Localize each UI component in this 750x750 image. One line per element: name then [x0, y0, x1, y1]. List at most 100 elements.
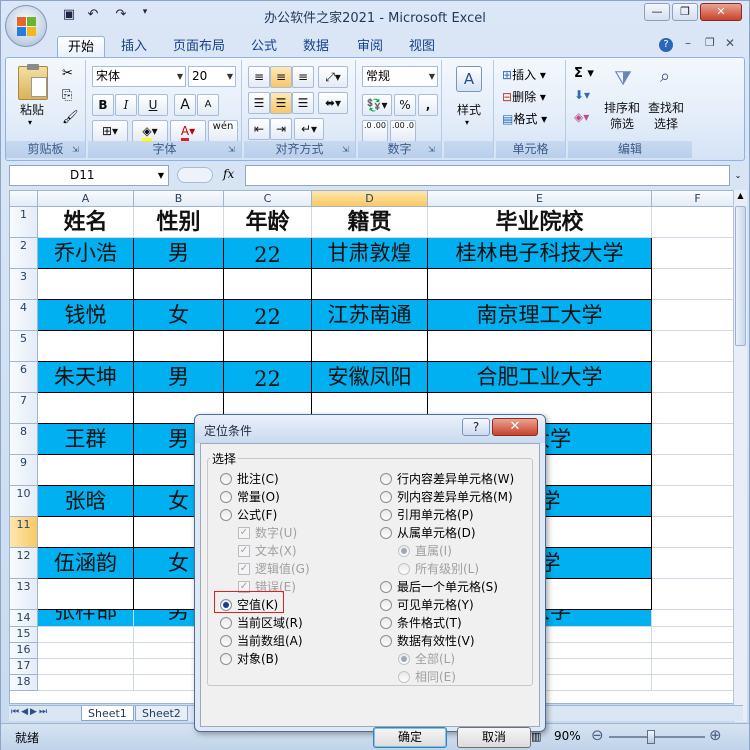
cell-c6[interactable]: 22 [224, 362, 312, 393]
cell-f2[interactable] [652, 238, 742, 269]
cell-c5[interactable] [224, 331, 312, 362]
cell-f7[interactable] [652, 393, 742, 424]
col-header-b[interactable]: B [134, 191, 224, 207]
cell-b1[interactable]: 性别 [134, 207, 224, 238]
formula-input[interactable] [245, 165, 730, 186]
cell-b5[interactable] [134, 331, 224, 362]
cell-a12[interactable]: 伍涵韵 [38, 548, 134, 579]
delete-cells-button[interactable]: ⊟删除 ▾ [502, 88, 546, 106]
row-header-18[interactable]: 18 [10, 675, 38, 691]
name-box[interactable]: D11 ▼ [9, 165, 169, 186]
cell-a8[interactable]: 王群 [38, 424, 134, 455]
insert-cells-button[interactable]: ⊞插入 ▾ [502, 66, 546, 84]
grow-font-button[interactable]: A [174, 94, 196, 116]
tab-insert[interactable]: 插入 [111, 36, 157, 57]
tab-view[interactable]: 视图 [399, 36, 445, 57]
clipboard-launcher-icon[interactable]: ⇲ [72, 145, 82, 155]
cell-a18[interactable] [38, 675, 134, 691]
cell-b4[interactable]: 女 [134, 300, 224, 331]
cell-f14[interactable] [652, 610, 742, 627]
zoom-level[interactable]: 90% [554, 729, 581, 743]
increase-decimal-button[interactable]: .0 .00 [362, 120, 388, 142]
merge-center-icon[interactable]: ⬌▾ [318, 92, 348, 114]
autosum-button[interactable]: Σ ▾ [574, 66, 594, 81]
format-painter-icon[interactable]: 🖌 [62, 110, 79, 125]
paste-icon[interactable] [18, 64, 48, 100]
find-select-button[interactable]: 查找和 选择 [644, 100, 688, 132]
cell-e6[interactable]: 合肥工业大学 [428, 362, 652, 393]
align-middle-icon[interactable]: ≡ [270, 66, 292, 88]
dialog-help-button[interactable]: ? [462, 418, 490, 436]
number-launcher-icon[interactable]: ⇲ [428, 145, 438, 155]
cell-a3[interactable] [38, 269, 134, 300]
sort-filter-button[interactable]: 排序和 筛选 [600, 100, 644, 132]
align-top-icon[interactable]: ≡ [248, 66, 270, 88]
insert-function-icon[interactable]: fx [223, 167, 234, 181]
cell-a2[interactable]: 乔小浩 [38, 238, 134, 269]
cell-f9[interactable] [652, 455, 742, 486]
borders-button[interactable]: ⊞▾ [92, 120, 128, 142]
cell-d1[interactable]: 籍贯 [312, 207, 428, 238]
row-header-17[interactable]: 17 [10, 659, 38, 675]
alignment-launcher-icon[interactable]: ⇲ [342, 145, 352, 155]
col-header-c[interactable]: C [224, 191, 312, 207]
align-left-icon[interactable]: ☰ [248, 92, 270, 114]
cell-e1[interactable]: 毕业院校 [428, 207, 652, 238]
cell-b3[interactable] [134, 269, 224, 300]
italic-button[interactable]: I [115, 94, 137, 116]
sheet-nav-icon[interactable]: ⏮◀▶⏭ [11, 707, 49, 717]
row-header-13[interactable]: 13 [10, 579, 38, 610]
bold-button[interactable]: B [92, 94, 114, 116]
restore-button[interactable]: ❐ [672, 3, 698, 21]
row-header-16[interactable]: 16 [10, 643, 38, 659]
chevron-down-icon[interactable]: ▼ [158, 166, 164, 185]
cell-a13[interactable] [38, 579, 134, 610]
font-size-combo[interactable]: 20 ▼ [188, 66, 236, 87]
cell-a16[interactable] [38, 643, 134, 659]
cell-e3[interactable] [428, 269, 652, 300]
cell-f3[interactable] [652, 269, 742, 300]
copy-icon[interactable]: ⎘ [62, 88, 72, 103]
number-format-combo[interactable]: 常规 ▼ [362, 66, 438, 87]
sort-filter-icon[interactable]: ⧩ [610, 66, 636, 92]
cell-f10[interactable] [652, 486, 742, 517]
ok-button[interactable]: 确定 [373, 727, 447, 748]
sheet-tab-1[interactable]: Sheet1 [81, 706, 134, 721]
cell-e4[interactable]: 南京理工大学 [428, 300, 652, 331]
cell-b6[interactable]: 男 [134, 362, 224, 393]
cell-c1[interactable]: 年龄 [224, 207, 312, 238]
wrap-text-icon[interactable]: ↵▾ [294, 118, 324, 140]
font-color-button[interactable]: A▾ [170, 120, 206, 142]
cell-f1[interactable] [652, 207, 742, 238]
cell-e5[interactable] [428, 331, 652, 362]
zoom-in-icon[interactable]: ⊕ [709, 726, 722, 744]
vertical-scrollbar[interactable]: ▲ [733, 190, 747, 722]
cell-f4[interactable] [652, 300, 742, 331]
cell-c3[interactable] [224, 269, 312, 300]
col-header-f[interactable]: F [652, 191, 742, 207]
styles-dropdown-icon[interactable]: ▾ [465, 118, 469, 127]
zoom-slider-thumb[interactable] [647, 730, 655, 744]
cell-e2[interactable]: 桂林电子科技大学 [428, 238, 652, 269]
cell-a5[interactable] [38, 331, 134, 362]
cell-a6[interactable]: 朱天坤 [38, 362, 134, 393]
align-bottom-icon[interactable]: ≡ [292, 66, 314, 88]
fill-icon[interactable]: ⬇▾ [574, 88, 590, 102]
cell-f11[interactable] [652, 517, 742, 548]
format-cells-button[interactable]: ▤格式 ▾ [502, 110, 547, 128]
align-right-icon[interactable]: ☰ [292, 92, 314, 114]
cell-f13[interactable] [652, 579, 742, 610]
cell-a17[interactable] [38, 659, 134, 675]
minimize-button[interactable]: — [644, 3, 670, 21]
cell-a4[interactable]: 钱悦 [38, 300, 134, 331]
expand-formula-icon[interactable]: ⌄ [732, 165, 744, 186]
paste-dropdown-icon[interactable]: ▾ [28, 118, 32, 127]
cell-a9[interactable] [38, 455, 134, 486]
cell-f8[interactable] [652, 424, 742, 455]
shrink-font-button[interactable]: A [197, 94, 219, 116]
styles-icon[interactable]: A [456, 66, 482, 92]
fill-color-button[interactable]: ◈▾ [132, 120, 168, 142]
cell-a14[interactable] [38, 610, 134, 627]
close-button[interactable]: ✕ [700, 3, 742, 21]
row-header-15[interactable]: 15 [10, 627, 38, 643]
